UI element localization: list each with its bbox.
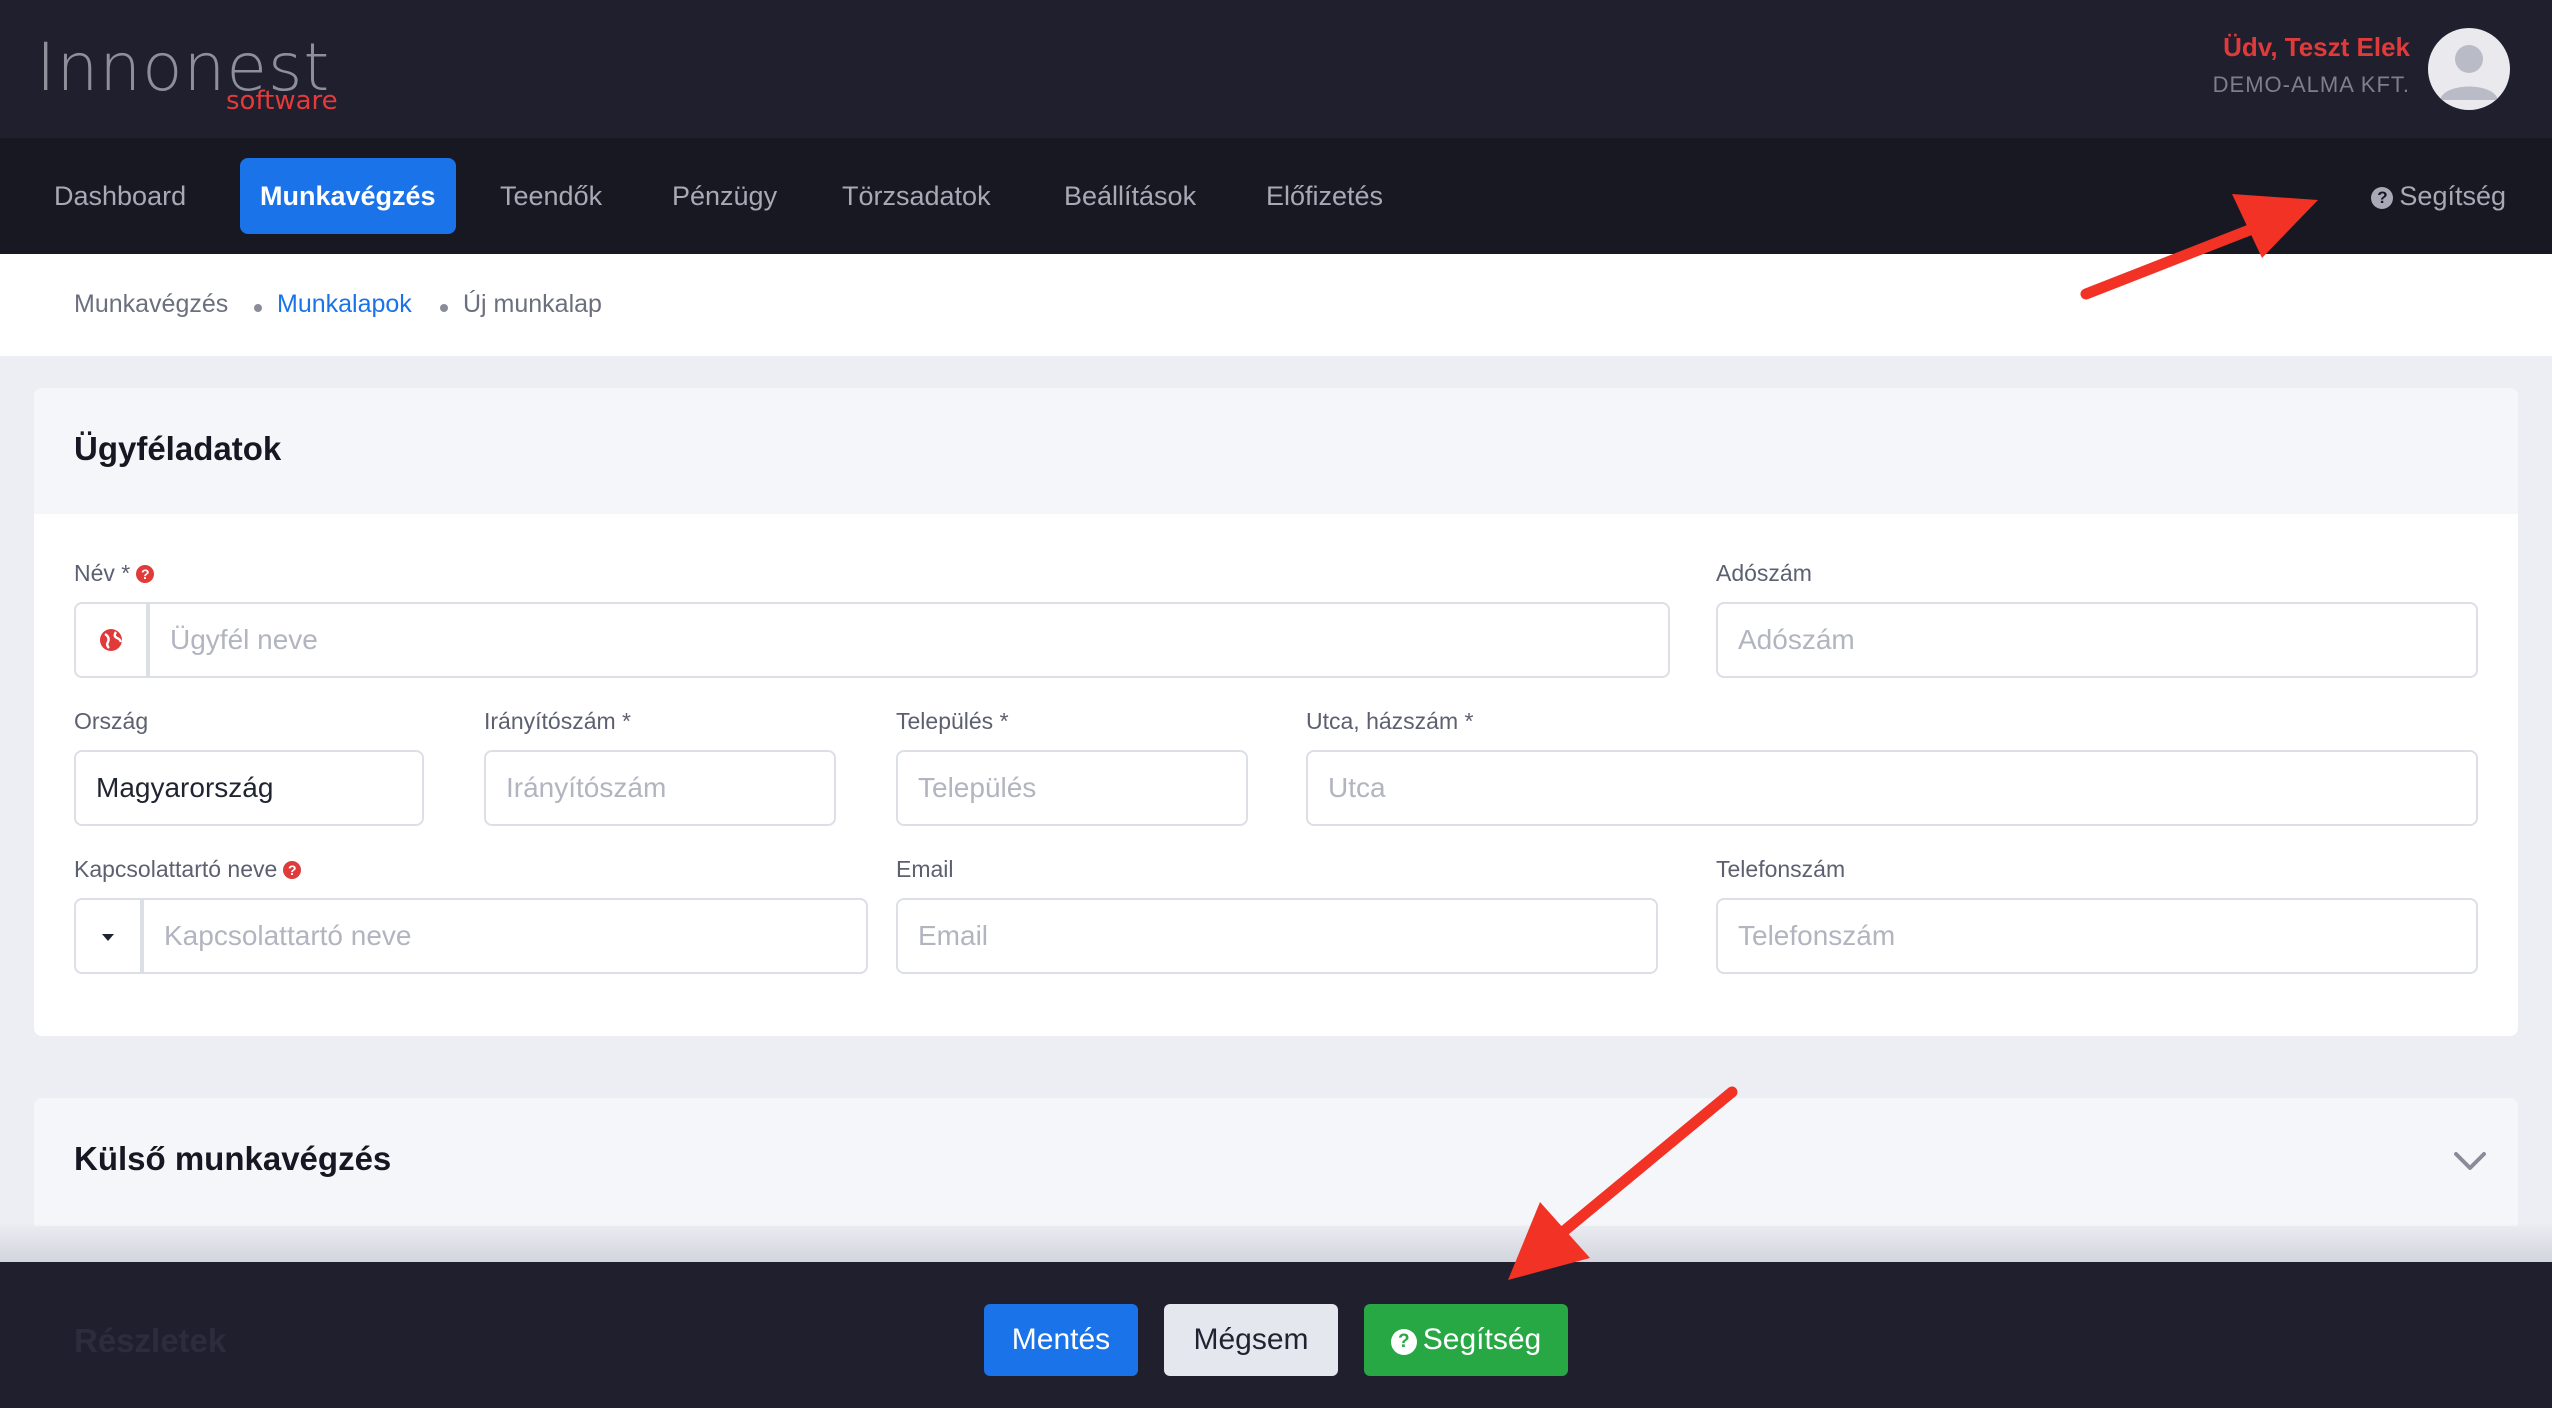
nav-item-elofizetes[interactable]: Előfizetés (1246, 158, 1403, 234)
street-input[interactable] (1306, 750, 2478, 826)
user-icon (2440, 45, 2498, 100)
customer-card-header: Ügyféladatok (34, 388, 2518, 514)
nav-item-torzsadatok[interactable]: Törzsadatok (822, 158, 1011, 234)
contact-label-text: Kapcsolattartó neve (74, 856, 278, 882)
top-header: Innonest software Üdv, Teszt Elek DEMO-A… (0, 0, 2552, 138)
email-input[interactable] (896, 898, 1658, 974)
customer-card: Ügyféladatok Név *? Adószám Ország Irány… (34, 388, 2518, 1036)
nav-help-label: Segítség (2399, 181, 2506, 211)
breadcrumb-item-munkalapok[interactable]: Munkalapok (277, 290, 412, 319)
avatar[interactable] (2428, 28, 2510, 110)
customer-name-input[interactable] (148, 602, 1670, 678)
breadcrumb-item-munkavegzes[interactable]: Munkavégzés (74, 290, 228, 319)
street-label: Utca, házszám * (1306, 708, 1474, 734)
help-icon[interactable]: ? (283, 861, 302, 879)
help-button[interactable]: ? Segítség (1364, 1304, 1568, 1376)
tax-number-input[interactable] (1716, 602, 2478, 678)
tax-label: Adószám (1716, 560, 1812, 586)
name-globe-addon[interactable] (74, 602, 148, 678)
city-label: Település * (896, 708, 1009, 734)
logo[interactable]: Innonest software (36, 30, 338, 120)
country-input[interactable] (74, 750, 424, 826)
breadcrumb-item-current: Új munkalap (463, 290, 602, 318)
nav-item-penzugy[interactable]: Pénzügy (652, 158, 797, 234)
contact-dropdown-toggle[interactable] (74, 898, 142, 974)
nav-item-teendok[interactable]: Teendők (480, 158, 622, 234)
user-greeting[interactable]: Üdv, Teszt Elek (2223, 32, 2410, 63)
chevron-down-icon[interactable] (2450, 1146, 2490, 1176)
phone-input[interactable] (1716, 898, 2478, 974)
external-work-card-title: Külső munkavégzés (74, 1140, 392, 1177)
main-nav: Dashboard Munkavégzés Teendők Pénzügy Tö… (0, 138, 2552, 254)
name-label-text: Név * (74, 560, 131, 586)
zip-input[interactable] (484, 750, 836, 826)
save-button[interactable]: Mentés (984, 1304, 1138, 1376)
question-circle-icon: ? (1390, 1329, 1417, 1355)
logo-sub-text: software (226, 86, 338, 116)
user-company: DEMO-ALMA KFT. (2212, 72, 2410, 97)
external-work-card[interactable]: Külső munkavégzés (34, 1098, 2518, 1226)
caret-down-icon (102, 934, 114, 941)
breadcrumb-separator (254, 304, 262, 312)
zip-label: Irányítószám * (484, 708, 631, 734)
email-label: Email (896, 856, 954, 882)
phone-label: Telefonszám (1716, 856, 1846, 882)
country-label: Ország (74, 708, 149, 734)
details-card-title: Részletek (74, 1322, 227, 1359)
contact-label: Kapcsolattartó neve? (74, 856, 302, 883)
nav-help-link[interactable]: ? Segítség (2371, 158, 2506, 234)
customer-card-title: Ügyféladatok (74, 430, 282, 467)
nav-item-dashboard[interactable]: Dashboard (34, 158, 206, 234)
help-button-label: Segítség (1422, 1323, 1542, 1356)
question-circle-icon: ? (2371, 187, 2394, 209)
city-input[interactable] (896, 750, 1248, 826)
globe-icon (100, 629, 123, 651)
cancel-button[interactable]: Mégsem (1164, 1304, 1338, 1376)
footer-shadow (0, 1222, 2552, 1262)
nav-item-beallitasok[interactable]: Beállítások (1044, 158, 1216, 234)
contact-name-input[interactable] (142, 898, 868, 974)
breadcrumb: Munkavégzés Munkalapok Új munkalap (0, 254, 2552, 356)
help-icon[interactable]: ? (136, 565, 155, 583)
breadcrumb-separator (440, 304, 448, 312)
name-label: Név *? (74, 560, 155, 587)
nav-item-munkavegzes[interactable]: Munkavégzés (240, 158, 456, 234)
external-work-card-header[interactable]: Külső munkavégzés (34, 1098, 2518, 1226)
